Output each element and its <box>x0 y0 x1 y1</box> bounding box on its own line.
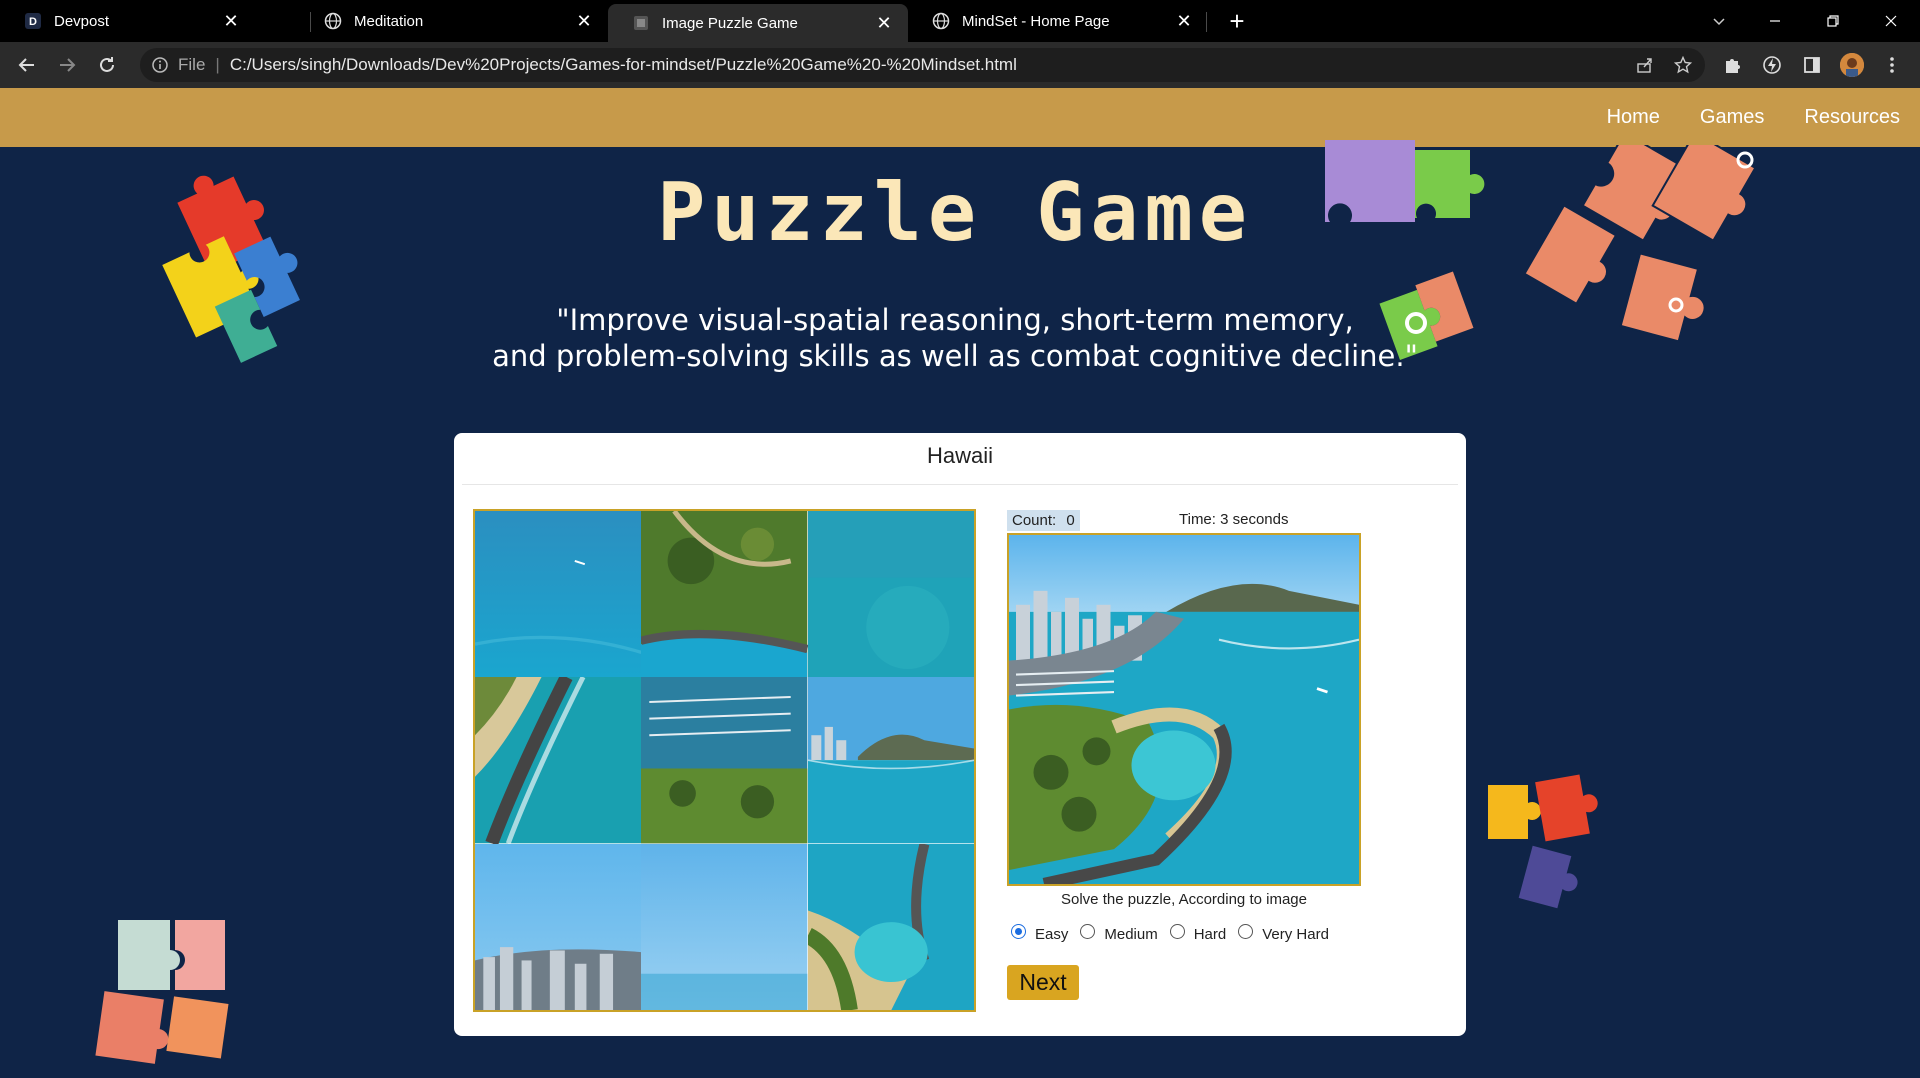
tab-meditation[interactable]: Meditation ✕ <box>300 0 608 42</box>
puzzle-site-icon <box>632 14 650 32</box>
hero-quote: "Improve visual-spatial reasoning, short… <box>0 302 1910 374</box>
devpost-icon: D <box>24 12 42 30</box>
puzzle-tile[interactable] <box>475 843 642 1010</box>
puzzle-tile[interactable] <box>475 511 642 678</box>
difficulty-very-hard[interactable]: Very Hard <box>1238 924 1329 943</box>
tab-title: Devpost <box>54 12 110 30</box>
extensions-puzzle-icon[interactable] <box>1720 53 1744 77</box>
globe-icon <box>324 12 342 30</box>
radio-button[interactable] <box>1080 924 1096 939</box>
difficulty-label: Hard <box>1193 926 1227 943</box>
side-panel-icon[interactable] <box>1800 53 1824 77</box>
forward-arrow-icon[interactable] <box>52 50 82 80</box>
radio-button[interactable] <box>1011 924 1026 939</box>
puzzle-cluster-bottom-left-decoration <box>95 920 229 1064</box>
tab-title: Meditation <box>354 12 424 30</box>
quote-line-2: and problem-solving skills as well as co… <box>492 339 1418 373</box>
tab-image-puzzle-game[interactable]: Image Puzzle Game ✕ <box>608 4 908 42</box>
puzzle-board <box>473 509 976 1012</box>
next-button[interactable]: Next <box>1007 965 1079 1000</box>
tab-search-chevron-icon[interactable] <box>1696 0 1742 42</box>
site-navbar: Home Games Resources <box>0 88 1920 147</box>
difficulty-easy[interactable]: Easy <box>1011 924 1069 943</box>
puzzle-title: Hawaii <box>926 443 994 468</box>
globe-icon <box>932 12 950 30</box>
close-tab-icon[interactable]: ✕ <box>221 11 241 31</box>
scheme-label: File <box>178 55 206 74</box>
svg-text:D: D <box>29 16 37 28</box>
close-window-icon[interactable] <box>1868 0 1914 42</box>
new-tab-plus-icon[interactable]: + <box>1222 6 1252 36</box>
address-bar-row: File | C:/Users/singh/Downloads/Dev%20Pr… <box>0 42 1920 88</box>
restore-icon[interactable] <box>1810 0 1856 42</box>
nav-games-link[interactable]: Games <box>1700 106 1764 129</box>
puzzle-tile[interactable] <box>641 677 808 844</box>
puzzle-tile[interactable] <box>807 843 974 1010</box>
close-tab-icon[interactable]: ✕ <box>874 13 894 33</box>
close-tab-icon[interactable]: ✕ <box>574 11 594 31</box>
browser-tab-bar: D Devpost ✕ Meditation ✕ Image Puzzle Ga… <box>0 0 1920 42</box>
reload-icon[interactable] <box>92 50 122 80</box>
tab-separator <box>1206 12 1207 32</box>
puzzle-tile[interactable] <box>475 677 642 844</box>
tab-mindset-home[interactable]: MindSet - Home Page ✕ <box>908 0 1208 42</box>
bookmark-star-icon[interactable] <box>1673 55 1693 75</box>
browser-menu-icon[interactable] <box>1880 53 1904 77</box>
info-icon[interactable] <box>150 55 170 75</box>
puzzle-hint: Solve the puzzle, According to image <box>1061 891 1307 908</box>
card-divider <box>462 484 1458 485</box>
difficulty-label: Easy <box>1035 926 1069 943</box>
back-arrow-icon[interactable] <box>12 50 42 80</box>
nav-resources-link[interactable]: Resources <box>1804 106 1900 129</box>
tab-title: Image Puzzle Game <box>662 14 798 32</box>
game-card: Hawaii Count: 0 Time: 3 seconds Solve th… <box>454 433 1466 1036</box>
difficulty-selector: Easy Medium Hard Very Hard <box>1011 924 1341 943</box>
minimize-icon[interactable] <box>1752 0 1798 42</box>
close-tab-icon[interactable]: ✕ <box>1174 11 1194 31</box>
extension-bolt-icon[interactable] <box>1760 53 1784 77</box>
tab-devpost[interactable]: D Devpost ✕ <box>0 0 255 42</box>
difficulty-label: Medium <box>1104 926 1158 943</box>
count-value: 0 <box>1066 512 1075 529</box>
puzzle-cluster-right-decoration <box>1488 774 1598 909</box>
timer: Time: 3 seconds <box>1179 511 1289 528</box>
scheme-divider: | <box>215 55 220 74</box>
omnibox[interactable]: File | C:/Users/singh/Downloads/Dev%20Pr… <box>140 48 1705 82</box>
difficulty-medium[interactable]: Medium <box>1080 924 1158 943</box>
quote-line-1: "Improve visual-spatial reasoning, short… <box>556 303 1354 337</box>
radio-button[interactable] <box>1238 924 1254 939</box>
tab-title: MindSet - Home Page <box>962 12 1110 30</box>
puzzle-tile[interactable] <box>807 511 974 678</box>
puzzle-tile[interactable] <box>807 677 974 844</box>
share-icon[interactable] <box>1635 55 1655 75</box>
nav-home-link[interactable]: Home <box>1607 106 1660 129</box>
difficulty-label: Very Hard <box>1262 926 1329 943</box>
profile-avatar[interactable] <box>1840 53 1864 77</box>
move-counter: Count: 0 <box>1007 510 1080 531</box>
url-text[interactable]: C:/Users/singh/Downloads/Dev%20Projects/… <box>230 55 1017 75</box>
page-heading: Puzzle Game <box>657 166 1253 259</box>
radio-button[interactable] <box>1169 924 1185 939</box>
reference-image <box>1007 533 1361 886</box>
count-label: Count: <box>1012 512 1057 529</box>
puzzle-tile[interactable] <box>641 511 808 678</box>
puzzle-tile-empty[interactable] <box>641 843 808 1010</box>
difficulty-hard[interactable]: Hard <box>1169 924 1227 943</box>
